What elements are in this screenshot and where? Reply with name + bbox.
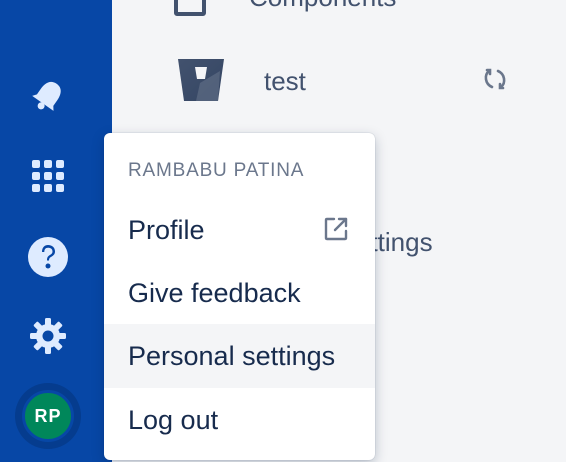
bitbucket-repo-icon [176, 57, 226, 108]
help-icon[interactable] [22, 231, 74, 283]
avatar-initials: RP [34, 405, 62, 426]
app-switcher-icon[interactable] [22, 150, 74, 202]
menu-item-log-out[interactable]: Log out [104, 388, 375, 452]
avatar: RP [22, 390, 74, 442]
menu-heading: RAMBABU PATINA [128, 160, 305, 181]
sidebar-item-components[interactable]: Components [112, 0, 566, 38]
menu-item-label: Profile [128, 214, 205, 245]
sync-icon[interactable] [482, 66, 508, 97]
menu-item-personal-settings[interactable]: Personal settings [104, 324, 375, 388]
external-link-icon [323, 216, 349, 249]
global-navigation: RP [0, 0, 112, 462]
menu-item-label: Give feedback [128, 277, 301, 308]
account-dropdown-menu: RAMBABU PATINA Profile Give feedback Per… [104, 133, 375, 460]
menu-item-give-feedback[interactable]: Give feedback [104, 261, 375, 325]
sidebar-item-label: test [264, 66, 306, 96]
avatar-button[interactable]: RP [15, 383, 81, 449]
components-icon [174, 0, 206, 16]
menu-item-label: Personal settings [128, 340, 336, 371]
sidebar-item-repository-test[interactable]: test [112, 52, 566, 112]
settings-icon[interactable] [22, 310, 74, 362]
menu-item-profile[interactable]: Profile [104, 198, 375, 262]
menu-item-label: Log out [128, 404, 219, 435]
sidebar-item-label: Components [249, 0, 396, 13]
notification-icon[interactable] [22, 70, 74, 122]
